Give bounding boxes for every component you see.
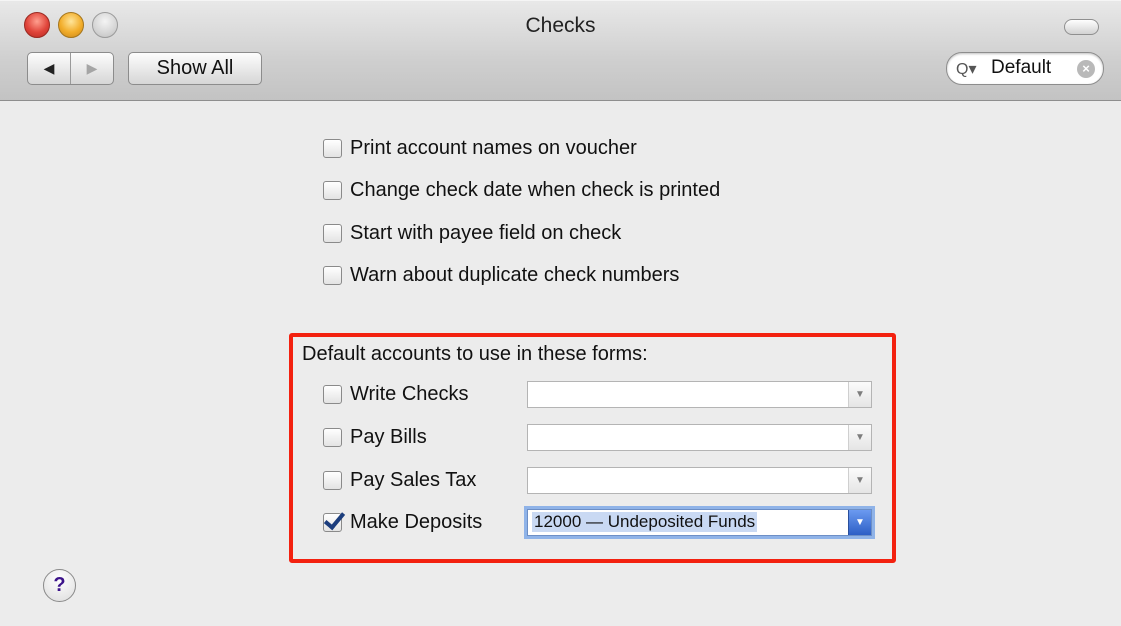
search-field[interactable]: Q▾ Default ×	[946, 52, 1104, 85]
defaults-heading: Default accounts to use in these forms:	[302, 343, 648, 365]
row-label: Pay Bills	[350, 426, 427, 448]
clear-search-icon[interactable]: ×	[1077, 60, 1095, 78]
option-start-with-payee[interactable]: Start with payee field on check	[323, 222, 621, 245]
checkbox[interactable]	[323, 428, 342, 447]
checkbox[interactable]	[323, 266, 342, 285]
search-input[interactable]: Default	[991, 57, 1051, 79]
default-row-write-checks[interactable]: Write Checks	[323, 383, 469, 406]
write-checks-account-select[interactable]: ▼	[527, 381, 872, 408]
option-label: Change check date when check is printed	[350, 179, 721, 201]
selected-account: 12000 — Undeposited Funds	[532, 512, 758, 532]
show-all-button[interactable]: Show All	[128, 52, 262, 85]
checkbox[interactable]	[323, 385, 342, 404]
checkbox[interactable]	[323, 139, 342, 158]
option-label: Start with payee field on check	[350, 222, 622, 244]
toolbar: Checks ◀ ▶ Show All Q▾ Default ×	[0, 0, 1121, 101]
chevron-down-icon[interactable]: ▼	[848, 382, 871, 407]
checkbox[interactable]	[323, 181, 342, 200]
help-button[interactable]: ?	[43, 569, 76, 602]
search-icon[interactable]: Q▾	[956, 59, 976, 79]
option-print-account-names[interactable]: Print account names on voucher	[323, 137, 637, 160]
row-label: Pay Sales Tax	[350, 469, 477, 491]
option-warn-duplicates[interactable]: Warn about duplicate check numbers	[323, 264, 679, 287]
preferences-window: Checks ◀ ▶ Show All Q▾ Default × Print a…	[0, 0, 1121, 626]
option-label: Print account names on voucher	[350, 137, 637, 159]
checkbox[interactable]	[323, 224, 342, 243]
row-label: Make Deposits	[350, 511, 483, 533]
option-label: Warn about duplicate check numbers	[350, 264, 680, 286]
chevron-down-icon[interactable]: ▼	[848, 468, 871, 493]
row-label: Write Checks	[350, 383, 469, 405]
window-title: Checks	[525, 14, 596, 37]
pay-sales-tax-account-select[interactable]: ▼	[527, 467, 872, 494]
nav-buttons: ◀ ▶	[27, 52, 114, 85]
default-row-make-deposits[interactable]: Make Deposits	[323, 511, 482, 534]
chevron-down-icon[interactable]: ▼	[848, 425, 871, 450]
default-row-pay-bills[interactable]: Pay Bills	[323, 426, 427, 449]
checkbox[interactable]	[323, 471, 342, 490]
option-change-check-date[interactable]: Change check date when check is printed	[323, 179, 720, 202]
checkbox-checked[interactable]	[323, 513, 342, 532]
chevron-down-icon[interactable]: ▼	[848, 510, 871, 535]
make-deposits-account-select[interactable]: 12000 — Undeposited Funds ▼	[527, 509, 872, 536]
back-arrow-icon[interactable]: ◀	[28, 53, 71, 84]
pay-bills-account-select[interactable]: ▼	[527, 424, 872, 451]
toolbar-toggle-button[interactable]	[1064, 19, 1099, 35]
default-row-pay-sales-tax[interactable]: Pay Sales Tax	[323, 469, 476, 492]
forward-arrow-icon[interactable]: ▶	[71, 53, 113, 84]
